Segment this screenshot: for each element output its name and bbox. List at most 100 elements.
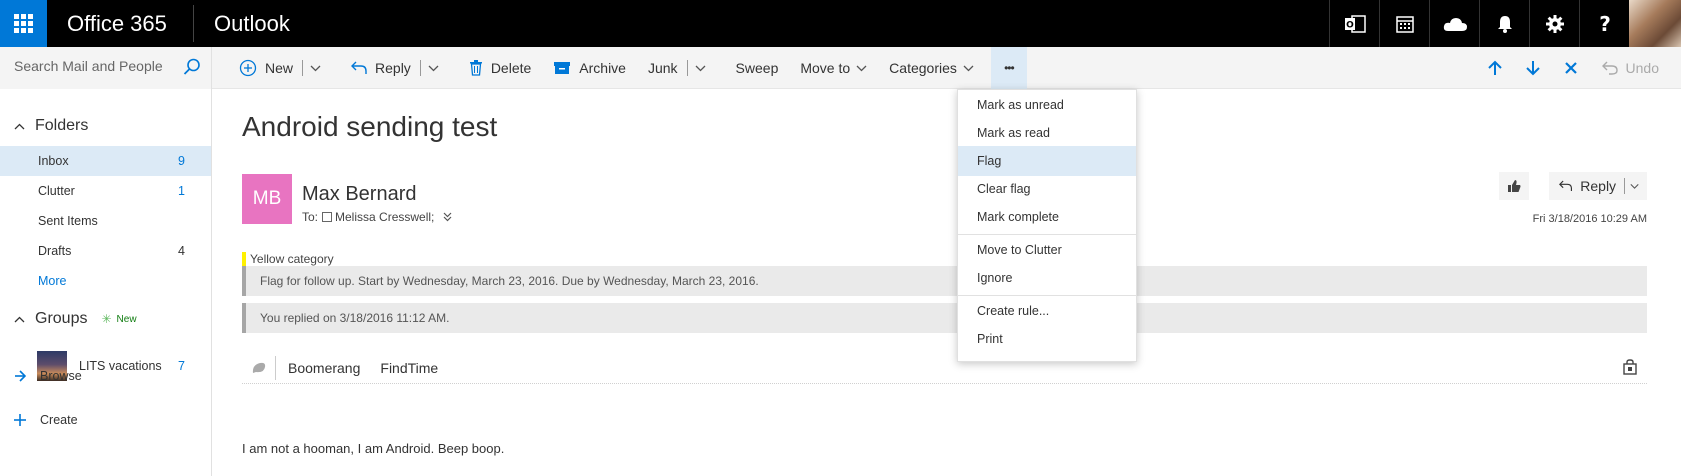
chevron-down-icon[interactable] — [695, 65, 706, 72]
plus-icon — [14, 414, 26, 426]
double-chevron-down-icon[interactable] — [443, 212, 452, 222]
search-input[interactable] — [14, 58, 174, 74]
chevron-down-icon[interactable] — [428, 65, 439, 72]
arrow-down-icon — [1525, 61, 1540, 76]
folders-header[interactable]: Folders — [14, 117, 88, 135]
archive-label: Archive — [579, 60, 626, 76]
groups-header[interactable]: Groups ✳ New — [14, 310, 137, 328]
chevron-down-icon[interactable] — [1630, 183, 1639, 190]
waffle-icon — [14, 14, 33, 33]
menu-create-rule[interactable]: Create rule... — [958, 296, 1136, 326]
svg-text:O: O — [1346, 20, 1354, 30]
addin-findtime[interactable]: FindTime — [380, 360, 438, 376]
app-name[interactable]: Outlook — [214, 11, 290, 37]
menu-flag[interactable]: Flag — [958, 146, 1136, 176]
browse-groups-link[interactable]: Browse — [14, 369, 82, 383]
command-bar: New Reply Delete Archive Junk Sweep Move — [0, 47, 1681, 89]
categories-button[interactable]: Categories — [878, 47, 985, 89]
menu-clear-flag[interactable]: Clear flag — [958, 174, 1136, 204]
more-label: More — [38, 274, 67, 288]
message-date: Fri 3/18/2016 10:29 AM — [1532, 213, 1647, 225]
calendar-icon[interactable] — [1379, 0, 1429, 47]
onedrive-icon[interactable] — [1429, 0, 1479, 47]
search-box — [0, 47, 212, 89]
undo-button[interactable]: Undo — [1590, 60, 1659, 76]
delete-button[interactable]: Delete — [458, 47, 542, 89]
reply-button[interactable]: Reply — [340, 47, 458, 89]
menu-mark-as-read[interactable]: Mark as read — [958, 118, 1136, 148]
chevron-down-icon[interactable] — [310, 65, 321, 72]
move-to-label: Move to — [800, 60, 851, 76]
reply-label: Reply — [1580, 178, 1617, 194]
sweep-label: Sweep — [735, 60, 779, 76]
mail-commands: New Reply Delete Archive Junk Sweep Move — [228, 47, 1027, 89]
reply-icon — [351, 61, 367, 74]
unread-count: 9 — [178, 154, 185, 168]
sender-avatar[interactable]: MB — [242, 174, 292, 224]
arrow-right-icon — [15, 370, 26, 382]
top-divider — [193, 5, 194, 42]
store-bag-icon[interactable] — [1623, 359, 1637, 375]
new-button[interactable]: New — [228, 47, 340, 89]
more-actions-menu: Mark as unread Mark as read Flag Clear f… — [957, 89, 1137, 362]
user-avatar[interactable] — [1629, 0, 1681, 47]
bell-icon[interactable] — [1479, 0, 1529, 47]
archive-button[interactable]: Archive — [542, 47, 637, 89]
addin-leaf-icon[interactable] — [242, 355, 276, 380]
addins-bar: Boomerang FindTime — [242, 352, 1647, 384]
more-folders-link[interactable]: More — [0, 266, 211, 296]
top-icons: O ? — [1329, 0, 1629, 47]
trash-icon — [469, 60, 482, 76]
create-group-link[interactable]: Create — [14, 413, 78, 427]
office-365-brand[interactable]: Office 365 — [67, 11, 167, 37]
folder-clutter[interactable]: Clutter 1 — [0, 176, 211, 206]
recipient-name[interactable]: Melissa Cresswell; — [335, 210, 434, 224]
chevron-down-icon — [856, 65, 867, 71]
unread-count: 1 — [178, 184, 185, 198]
search-icon[interactable] — [183, 58, 201, 76]
recipients-line: To: Melissa Cresswell; — [302, 210, 452, 224]
category-tag[interactable]: Yellow category — [242, 252, 334, 266]
new-badge: ✳ New — [101, 312, 137, 326]
previous-message-button[interactable] — [1476, 47, 1514, 89]
move-to-button[interactable]: Move to — [789, 47, 878, 89]
menu-mark-as-unread[interactable]: Mark as unread — [958, 90, 1136, 120]
arrow-up-icon — [1487, 60, 1502, 75]
next-message-button[interactable] — [1514, 47, 1552, 89]
close-message-button[interactable] — [1552, 47, 1590, 89]
menu-move-to-clutter[interactable]: Move to Clutter — [958, 235, 1136, 265]
undo-icon — [1601, 61, 1618, 75]
app-launcher-button[interactable] — [0, 0, 47, 47]
junk-button[interactable]: Junk — [637, 47, 725, 89]
addin-boomerang[interactable]: Boomerang — [288, 360, 360, 376]
create-label: Create — [40, 413, 78, 427]
like-button[interactable] — [1499, 172, 1529, 200]
sender-name[interactable]: Max Bernard — [302, 183, 417, 206]
group-label: LITS vacations — [79, 359, 162, 373]
more-actions-button[interactable]: ••• — [990, 47, 1027, 89]
category-label: Yellow category — [250, 252, 334, 266]
reply-icon — [1559, 180, 1573, 191]
reply-message-button[interactable]: Reply — [1549, 172, 1647, 200]
message-body: I am not a hooman, I am Android. Beep bo… — [242, 441, 505, 456]
svg-text:?: ? — [1599, 14, 1611, 34]
help-icon[interactable]: ? — [1579, 0, 1629, 47]
outlook-icon[interactable]: O — [1329, 0, 1379, 47]
replied-info-bar: You replied on 3/18/2016 11:12 AM. — [242, 303, 1647, 333]
folder-label: Clutter — [38, 184, 75, 198]
junk-label: Junk — [647, 60, 678, 76]
navigation-commands: Undo — [1476, 47, 1659, 89]
sweep-button[interactable]: Sweep — [725, 47, 790, 89]
folder-label: Inbox — [38, 154, 69, 168]
menu-ignore[interactable]: Ignore — [958, 263, 1136, 293]
thumbs-up-icon — [1508, 180, 1521, 192]
menu-print[interactable]: Print — [958, 324, 1136, 354]
folder-inbox[interactable]: Inbox 9 — [0, 146, 211, 176]
gear-icon[interactable] — [1529, 0, 1579, 47]
menu-mark-complete[interactable]: Mark complete — [958, 202, 1136, 232]
folder-drafts[interactable]: Drafts 4 — [0, 236, 211, 266]
unread-count: 7 — [178, 359, 185, 373]
to-label: To: — [302, 210, 319, 224]
folder-sent-items[interactable]: Sent Items — [0, 206, 211, 236]
groups-header-label: Groups — [35, 310, 88, 327]
